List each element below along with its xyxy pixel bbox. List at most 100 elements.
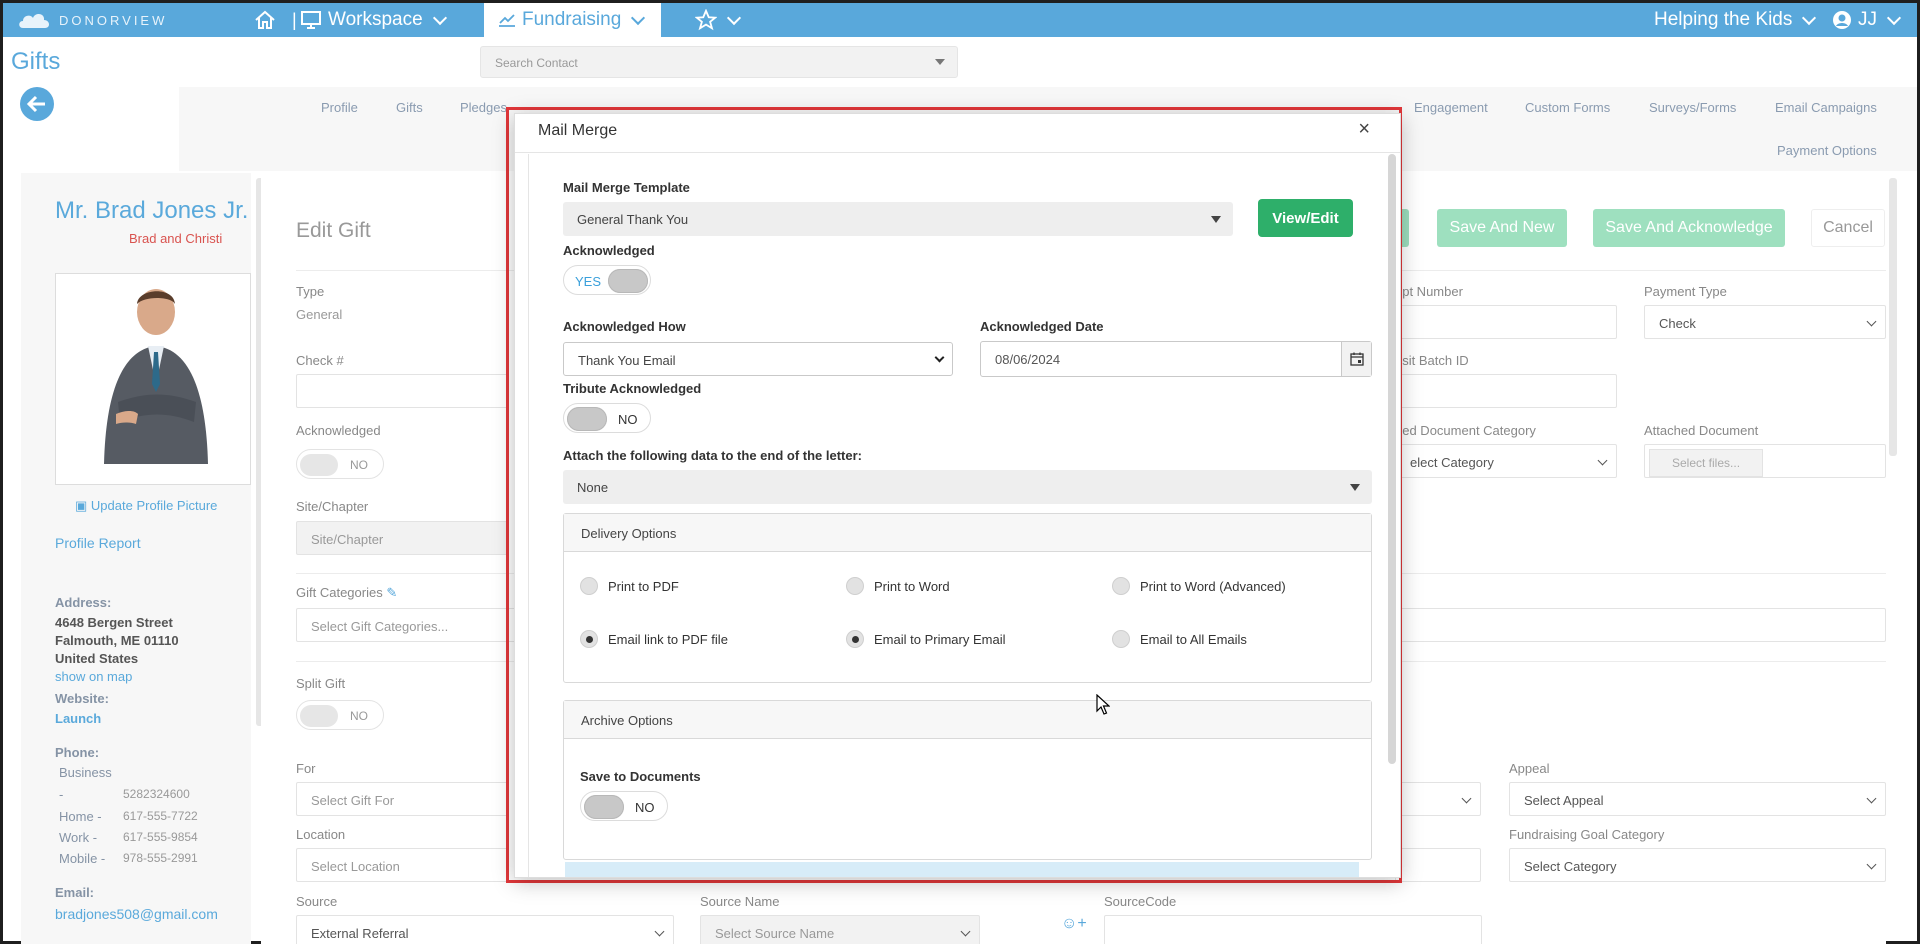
save-and-acknowledge-button[interactable]: Save And Acknowledge — [1593, 209, 1785, 247]
tab-payment-options[interactable]: Payment Options — [1777, 143, 1877, 158]
profile-report-link[interactable]: Profile Report — [55, 535, 141, 551]
receipt-number-label: ept Number — [1395, 284, 1463, 299]
deposit-batch-input[interactable] — [1395, 374, 1617, 408]
cancel-button[interactable]: Cancel — [1811, 209, 1885, 247]
tab-custom-forms[interactable]: Custom Forms — [1525, 100, 1610, 115]
save-and-new-button[interactable]: Save And New — [1437, 209, 1567, 247]
payment-type-select[interactable]: Check — [1644, 305, 1886, 339]
chevron-down-icon — [1866, 316, 1877, 327]
attached-document-category-select[interactable]: elect Category — [1395, 444, 1617, 478]
search-contact-select[interactable]: Search Contact — [480, 46, 958, 78]
archive-options-title: Archive Options — [564, 701, 1371, 739]
attach-data-select[interactable]: None — [563, 470, 1372, 504]
campaign-select[interactable] — [1395, 782, 1481, 816]
phone-number: 5282324600 — [123, 787, 190, 801]
show-on-map-link[interactable]: show on map — [55, 669, 132, 684]
acknowledged-how-label: Acknowledged How — [563, 319, 686, 334]
camera-icon: ▣ — [75, 498, 88, 513]
radio-label: Print to Word — [874, 578, 950, 594]
dialog-scrollbar[interactable] — [1388, 154, 1396, 764]
home-button[interactable]: | — [254, 3, 297, 37]
website-launch-link[interactable]: Launch — [55, 711, 101, 726]
delivery-option-print-word-advanced[interactable]: Print to Word (Advanced) — [1112, 577, 1286, 595]
radio-label: Print to Word (Advanced) — [1140, 578, 1286, 594]
chevron-down-icon — [1597, 455, 1608, 466]
save-to-documents-toggle[interactable]: NO — [580, 791, 668, 821]
tab-engagement[interactable]: Engagement — [1414, 100, 1488, 115]
acknowledged-date-value: 08/06/2024 — [995, 352, 1061, 367]
tab-pledges[interactable]: Pledges — [460, 100, 507, 115]
mouse-cursor-icon — [1096, 694, 1110, 715]
template-value: General Thank You — [577, 212, 689, 227]
attached-category-value: elect Category — [1410, 455, 1494, 470]
user-menu[interactable]: JJ — [1832, 3, 1903, 37]
attach-data-label: Attach the following data to the end of … — [563, 448, 862, 463]
site-chapter-input[interactable]: Site/Chapter — [296, 521, 508, 555]
source-select[interactable]: External Referral — [296, 915, 674, 944]
receipt-number-input[interactable] — [1395, 305, 1617, 339]
acknowledged-how-select[interactable]: Thank You Email — [563, 342, 953, 376]
page-scrollbar[interactable] — [1889, 178, 1897, 456]
source-name-select[interactable]: Select Source Name — [700, 915, 980, 944]
donorview-logo[interactable]: DONORVIEW — [17, 10, 167, 30]
check-number-input[interactable] — [296, 374, 508, 408]
delivery-option-email-primary[interactable]: Email to Primary Email — [846, 630, 1005, 648]
fundraising-goal-select[interactable]: Select Category — [1509, 848, 1886, 882]
acknowledged-date-input[interactable]: 08/06/2024 — [980, 341, 1372, 377]
split-gift-toggle[interactable]: NO — [296, 700, 384, 730]
update-profile-picture-label: Update Profile Picture — [90, 498, 218, 513]
workspace-menu[interactable]: Workspace — [300, 3, 449, 37]
archive-options-panel: Archive Options Save to Documents NO — [563, 700, 1372, 860]
tab-profile[interactable]: Profile — [321, 100, 358, 115]
user-initials: JJ — [1858, 9, 1877, 30]
gift-for-select[interactable]: Select Gift For — [296, 782, 508, 816]
caret-down-icon — [1350, 484, 1360, 491]
back-button[interactable] — [20, 87, 54, 121]
source-code-input[interactable] — [1104, 915, 1482, 944]
email-link[interactable]: bradjones508@gmail.com — [55, 906, 218, 922]
organization-menu[interactable]: Helping the Kids — [1654, 3, 1818, 37]
delivery-option-email-pdf-link[interactable]: Email link to PDF file — [580, 630, 728, 648]
hidden-field-input[interactable] — [1395, 848, 1481, 882]
calendar-icon[interactable] — [1341, 342, 1371, 376]
mail-merge-dialog: Mail Merge × Mail Merge Template General… — [514, 113, 1401, 878]
radio-button[interactable] — [846, 630, 864, 648]
separator: | — [292, 9, 297, 30]
contact-name[interactable]: Mr. Brad Jones Jr. — [55, 197, 248, 225]
view-edit-button[interactable]: View/Edit — [1258, 199, 1353, 237]
location-select[interactable]: Select Location — [296, 848, 508, 882]
tab-email-campaigns[interactable]: Email Campaigns — [1775, 100, 1877, 115]
appeal-select[interactable]: Select Appeal — [1509, 782, 1886, 816]
radio-button[interactable] — [1112, 577, 1130, 595]
select-files-button[interactable]: Select files... — [1649, 449, 1764, 477]
tribute-acknowledged-toggle[interactable]: NO — [563, 403, 651, 433]
dialog-footer-strip — [565, 862, 1359, 877]
add-user-icon[interactable]: ☺+ — [1061, 915, 1087, 933]
update-profile-picture-link[interactable]: ▣ Update Profile Picture — [75, 498, 217, 514]
acknowledged-how-value: Thank You Email — [578, 353, 676, 368]
source-code-label: SourceCode — [1104, 894, 1177, 909]
chevron-down-icon — [726, 10, 742, 25]
radio-button[interactable] — [580, 630, 598, 648]
acknowledged-toggle[interactable]: NO — [296, 449, 384, 479]
delivery-option-print-word[interactable]: Print to Word — [846, 577, 950, 595]
edit-icon[interactable]: ✎ — [386, 585, 397, 600]
template-select[interactable]: General Thank You — [563, 202, 1233, 236]
radio-button[interactable] — [580, 577, 598, 595]
check-number-label: Check # — [296, 353, 344, 368]
payment-type-label: Payment Type — [1644, 284, 1727, 299]
tab-gifts[interactable]: Gifts — [396, 100, 423, 115]
favorites-menu[interactable] — [695, 3, 743, 37]
person-photo-icon — [56, 274, 250, 484]
close-button[interactable]: × — [1358, 118, 1370, 141]
phone-type: Work - — [59, 830, 98, 845]
home-icon — [255, 10, 275, 29]
radio-button[interactable] — [846, 577, 864, 595]
fundraising-menu[interactable]: Fundraising — [484, 3, 662, 37]
acknowledged-toggle[interactable]: YES — [563, 265, 651, 295]
delivery-option-email-all[interactable]: Email to All Emails — [1112, 630, 1247, 648]
radio-button[interactable] — [1112, 630, 1130, 648]
delivery-option-print-pdf[interactable]: Print to PDF — [580, 577, 679, 595]
toggle-knob — [300, 454, 338, 476]
tab-surveys-forms[interactable]: Surveys/Forms — [1649, 100, 1736, 115]
